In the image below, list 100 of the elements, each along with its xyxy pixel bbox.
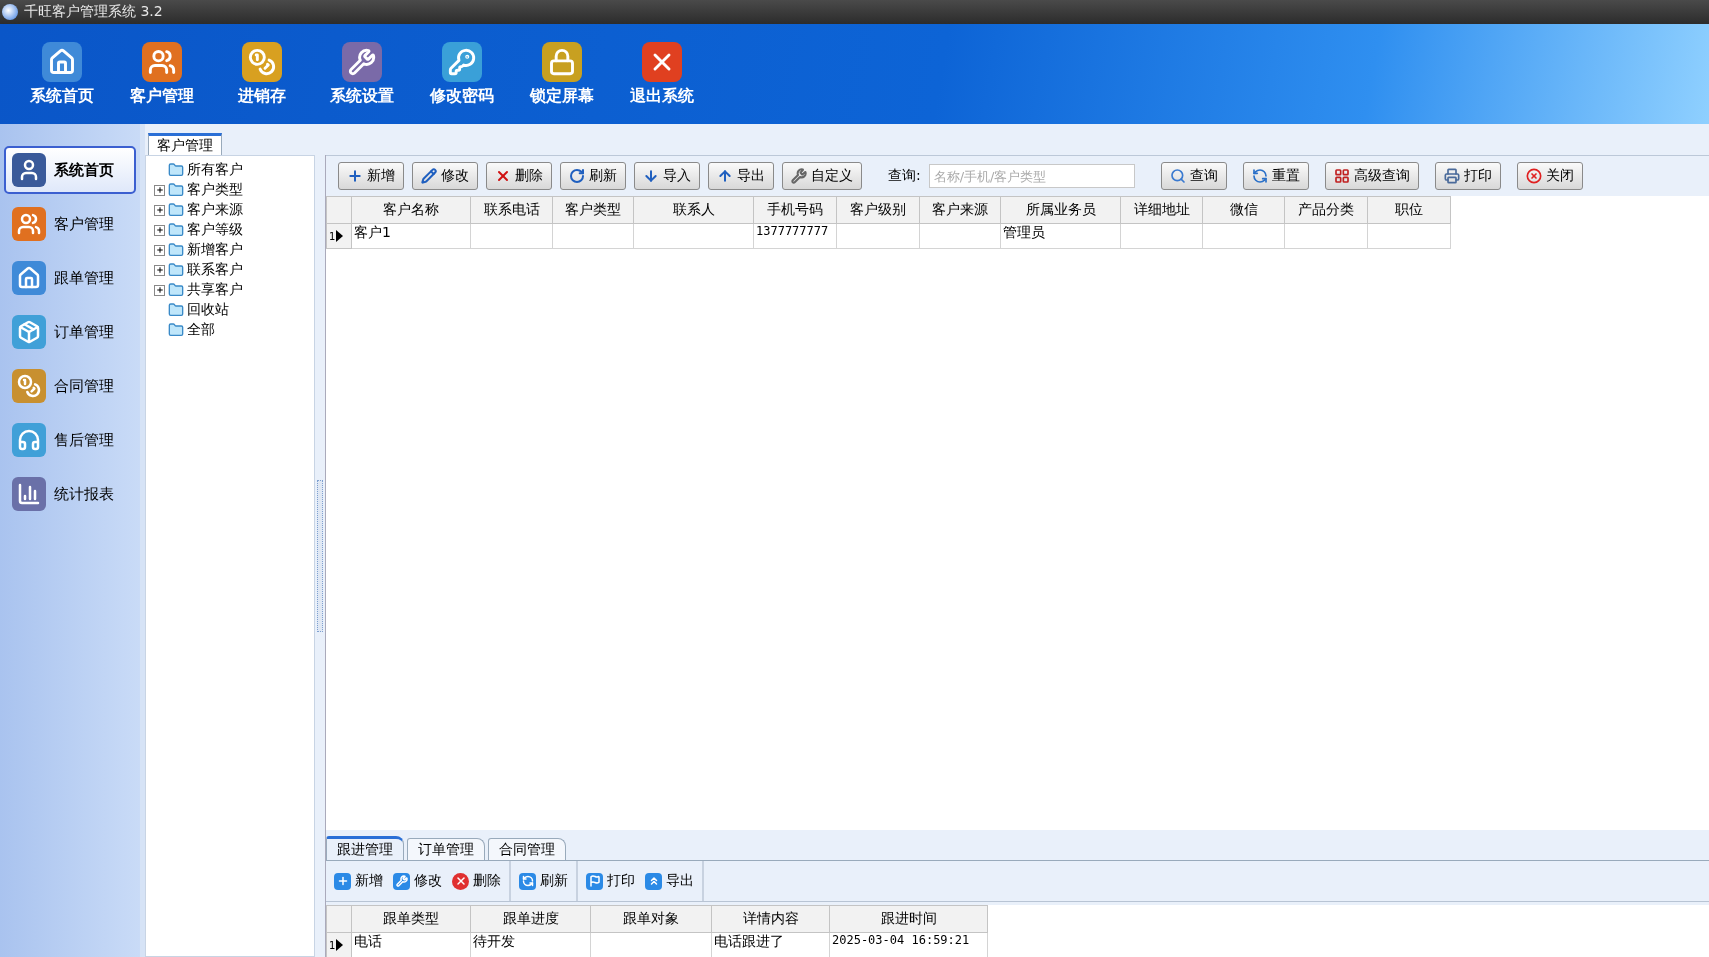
tree-item[interactable]: 共享客户 xyxy=(187,281,243,299)
action-button[interactable]: 关闭 xyxy=(1516,162,1583,190)
column-header[interactable]: 客户类型 xyxy=(552,196,634,224)
tree-item[interactable]: 新增客户 xyxy=(187,241,243,259)
expand-toggle[interactable] xyxy=(154,244,165,256)
detail-tab[interactable]: 订单管理 xyxy=(407,838,485,860)
column-header[interactable]: 客户来源 xyxy=(919,196,1001,224)
action-button[interactable]: 查询 xyxy=(1160,162,1227,190)
folder-icon xyxy=(168,282,184,298)
column-header[interactable]: 详细地址 xyxy=(1120,196,1203,224)
close-icon xyxy=(642,41,682,82)
nav-button[interactable]: 系统设置 xyxy=(312,29,412,119)
page-tab[interactable]: 客户管理 xyxy=(148,133,222,155)
tree-item[interactable]: 客户类型 xyxy=(187,181,243,199)
sidebar-item[interactable]: 系统首页 xyxy=(4,146,136,194)
key-icon xyxy=(442,41,482,82)
detail-toolbar-button[interactable]: 删除 xyxy=(450,872,503,890)
tree-item[interactable]: 联系客户 xyxy=(187,261,243,279)
toolbar-button[interactable]: 刷新 xyxy=(560,162,626,190)
detail-tab[interactable]: 跟进管理 xyxy=(326,836,404,860)
package-icon xyxy=(12,315,46,349)
nav-button[interactable]: 退出系统 xyxy=(612,29,712,119)
column-header[interactable]: 职位 xyxy=(1367,196,1451,224)
refresh-icon xyxy=(569,168,585,184)
folder-icon xyxy=(168,162,184,178)
detail-toolbar-button[interactable]: 新增 xyxy=(332,872,385,890)
sidebar-item[interactable]: 订单管理 xyxy=(4,308,136,356)
window-title: 千旺客户管理系统 3.2 xyxy=(24,3,163,21)
table-cell: 待开发 xyxy=(470,932,591,957)
plus-icon xyxy=(334,872,351,890)
toolbar-button[interactable]: 导出 xyxy=(708,162,774,190)
folder-icon xyxy=(168,302,184,318)
sidebar-item[interactable]: 跟单管理 xyxy=(4,254,136,302)
grid-icon xyxy=(1333,168,1350,184)
nav-button[interactable]: 修改密码 xyxy=(412,29,512,119)
column-header[interactable]: 客户名称 xyxy=(351,196,471,224)
tree-item[interactable]: 所有客户 xyxy=(187,161,243,179)
chart-icon xyxy=(12,477,46,511)
toolbar-button[interactable]: 自定义 xyxy=(782,162,862,190)
tree-item[interactable]: 客户等级 xyxy=(187,221,243,239)
arrow-down-icon xyxy=(643,168,659,184)
expand-toggle[interactable] xyxy=(154,204,165,216)
column-header[interactable]: 客户级别 xyxy=(836,196,920,224)
flag-icon xyxy=(586,872,603,890)
sidebar-item[interactable]: 统计报表 xyxy=(4,470,136,518)
column-header[interactable]: 跟单对象 xyxy=(590,905,712,933)
detail-toolbar-button[interactable]: 修改 xyxy=(391,872,444,890)
column-header[interactable]: 产品分类 xyxy=(1284,196,1368,224)
toolbar-button[interactable]: 删除 xyxy=(486,162,552,190)
detail-tab[interactable]: 合同管理 xyxy=(488,838,566,860)
house-icon xyxy=(12,261,46,295)
search-icon xyxy=(1169,168,1186,184)
column-header[interactable]: 跟单类型 xyxy=(351,905,471,933)
sidebar-item[interactable]: 合同管理 xyxy=(4,362,136,410)
folder-icon xyxy=(168,242,184,258)
action-button[interactable]: 高级查询 xyxy=(1324,162,1419,190)
user-icon xyxy=(12,153,46,187)
detail-toolbar-button[interactable]: 刷新 xyxy=(517,872,570,890)
column-header[interactable]: 联系人 xyxy=(633,196,754,224)
toolbar-button[interactable]: 修改 xyxy=(412,162,478,190)
arrow-up-icon xyxy=(717,168,733,184)
tree-item[interactable]: 全部 xyxy=(187,321,215,339)
folder-icon xyxy=(168,202,184,218)
expand-toggle[interactable] xyxy=(154,184,165,196)
action-button[interactable]: 打印 xyxy=(1434,162,1501,190)
column-header[interactable]: 微信 xyxy=(1202,196,1285,224)
wrench-icon xyxy=(393,872,410,890)
house-icon xyxy=(42,41,82,82)
detail-toolbar-button[interactable]: 打印 xyxy=(584,872,637,890)
expand-toggle[interactable] xyxy=(154,284,165,296)
expand-toggle[interactable] xyxy=(154,224,165,236)
column-header[interactable]: 跟单进度 xyxy=(470,905,591,933)
column-header[interactable]: 联系电话 xyxy=(470,196,553,224)
nav-button[interactable]: 锁定屏幕 xyxy=(512,29,612,119)
delete-icon xyxy=(495,168,511,184)
search-label: 查询: xyxy=(888,167,921,185)
people-icon xyxy=(142,41,182,82)
folder-icon xyxy=(168,262,184,278)
column-header[interactable]: 手机号码 xyxy=(753,196,837,224)
folder-icon xyxy=(168,322,184,338)
tree-item[interactable]: 回收站 xyxy=(187,301,229,319)
detail-toolbar-button[interactable]: 导出 xyxy=(643,872,696,890)
column-header[interactable]: 详情内容 xyxy=(711,905,830,933)
sidebar-item[interactable]: 售后管理 xyxy=(4,416,136,464)
splitter-handle[interactable] xyxy=(317,480,323,632)
delete-icon xyxy=(452,872,469,890)
sidebar-item[interactable]: 客户管理 xyxy=(4,200,136,248)
toolbar-button[interactable]: 导入 xyxy=(634,162,700,190)
search-field[interactable]: 名称/手机/客户类型 xyxy=(928,164,1135,188)
nav-button[interactable]: 客户管理 xyxy=(112,29,212,119)
tree-item[interactable]: 客户来源 xyxy=(187,201,243,219)
folder-icon xyxy=(168,182,184,198)
toolbar-button[interactable]: 新增 xyxy=(338,162,404,190)
nav-button[interactable]: 进销存 xyxy=(212,29,312,119)
nav-button[interactable]: 系统首页 xyxy=(12,29,112,119)
action-button[interactable]: 重置 xyxy=(1242,162,1309,190)
table-cell: 管理员 xyxy=(1000,223,1121,249)
column-header[interactable]: 跟进时间 xyxy=(829,905,988,933)
column-header[interactable]: 所属业务员 xyxy=(1000,196,1121,224)
expand-toggle[interactable] xyxy=(154,264,165,276)
